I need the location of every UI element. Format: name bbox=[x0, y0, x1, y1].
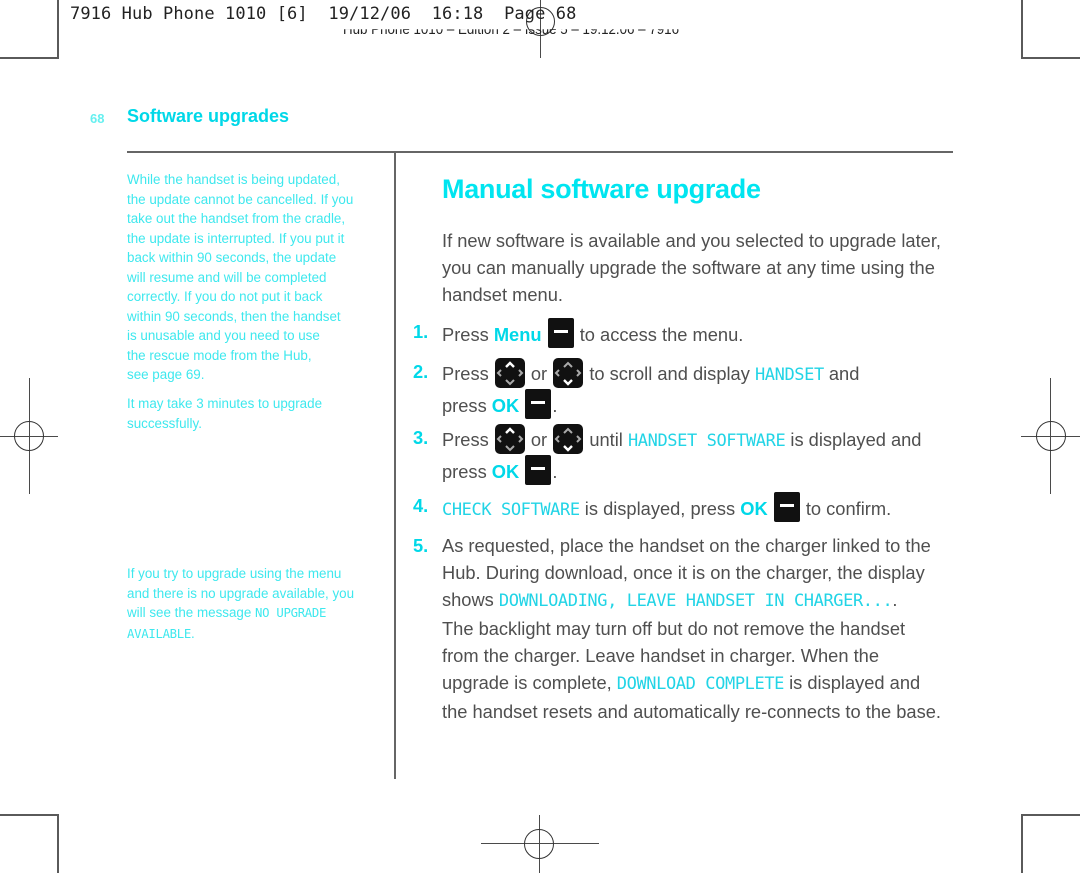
step-number: 5. bbox=[413, 535, 429, 556]
step-line: Hub. During download, once it is on the … bbox=[442, 562, 925, 583]
step-text: or bbox=[525, 363, 553, 384]
note-line: the update is interrupted. If you put it bbox=[127, 230, 345, 246]
edition-text: Hub Phone 1010 – Edition 2 – Issue 5 – 1… bbox=[343, 22, 680, 38]
note-line: While the handset is being updated, bbox=[127, 172, 340, 187]
note-line: within 90 seconds, then the handset bbox=[127, 308, 341, 324]
step-number: 2. bbox=[413, 361, 429, 382]
step-text: Press bbox=[442, 324, 494, 345]
step-text: is displayed, press bbox=[579, 498, 741, 519]
intro-line: you can manually upgrade the software at… bbox=[442, 257, 935, 278]
crop-mark bbox=[1021, 814, 1023, 873]
nav-down-icon bbox=[553, 424, 584, 454]
crop-mark bbox=[1021, 57, 1080, 59]
key-label-ok: OK bbox=[491, 395, 520, 416]
punctuation: . bbox=[552, 461, 558, 482]
note-line: back within 90 seconds, the update bbox=[127, 250, 337, 265]
step-number: 1. bbox=[413, 321, 429, 342]
step-text: shows bbox=[442, 589, 499, 610]
step-number: 3. bbox=[413, 427, 429, 448]
crop-mark bbox=[1021, 0, 1023, 58]
lcd-text: DOWNLOAD COMPLETE bbox=[616, 674, 785, 694]
sidebar-note-update: While the handset is being updated, the … bbox=[127, 170, 387, 385]
note-line: see page 69. bbox=[127, 367, 205, 382]
lcd-text: AVAILABLE bbox=[127, 626, 192, 641]
step-text: to scroll and display bbox=[584, 363, 755, 384]
intro-paragraph: If new software is available and you sel… bbox=[442, 227, 962, 308]
key-label-menu: Menu bbox=[493, 324, 542, 345]
note-line: and there is no upgrade available, you bbox=[127, 585, 355, 601]
note-line: correctly. If you do not put it back bbox=[127, 289, 323, 304]
header-rule bbox=[127, 151, 953, 153]
column-divider bbox=[394, 152, 396, 779]
step-line: As requested, place the handset on the c… bbox=[442, 535, 931, 556]
key-label-ok: OK bbox=[740, 498, 768, 519]
crop-mark bbox=[57, 814, 59, 873]
step-text: press bbox=[442, 395, 492, 416]
softkey-icon bbox=[773, 492, 800, 522]
crop-mark bbox=[57, 0, 59, 58]
lcd-text: CHECK SOFTWARE bbox=[442, 500, 580, 520]
step-number: 4. bbox=[413, 495, 429, 516]
step-text: to confirm. bbox=[800, 498, 892, 519]
sidebar-note-duration: It may take 3 minutes to upgrade success… bbox=[127, 394, 387, 433]
step-text: is displayed and bbox=[784, 672, 921, 693]
step-text: to access the menu. bbox=[574, 324, 744, 345]
note-line: will resume and will be completed bbox=[127, 269, 327, 285]
step-text: Press bbox=[442, 429, 494, 450]
note-line: If you try to upgrade using the menu bbox=[127, 566, 342, 581]
softkey-icon bbox=[525, 455, 552, 485]
crop-mark bbox=[0, 57, 59, 59]
note-line: successfully. bbox=[127, 415, 202, 431]
softkey-icon bbox=[525, 389, 552, 419]
step-text: and bbox=[823, 363, 860, 384]
punctuation: . bbox=[552, 395, 558, 416]
note-line: the update cannot be cancelled. If you bbox=[127, 191, 354, 207]
note-line: is unusable and you need to use bbox=[127, 328, 320, 343]
crop-mark bbox=[1021, 814, 1080, 816]
step-text: upgrade is complete, bbox=[442, 672, 617, 693]
step-text: press bbox=[442, 461, 492, 482]
note-line: the rescue mode from the Hub, bbox=[127, 347, 312, 363]
note-line: take out the handset from the cradle, bbox=[127, 211, 346, 226]
step-text: Press bbox=[442, 363, 494, 384]
page-number: 68 bbox=[90, 111, 105, 126]
step-line: the handset resets and automatically re-… bbox=[442, 701, 941, 722]
punctuation: . bbox=[892, 589, 898, 610]
lcd-text: HANDSET bbox=[754, 365, 824, 385]
nav-up-icon bbox=[494, 358, 525, 388]
step-line: from the charger. Leave handset in charg… bbox=[442, 645, 879, 666]
main-title: Manual software upgrade bbox=[442, 174, 761, 204]
note-line: It may take 3 minutes to upgrade bbox=[127, 396, 323, 411]
lcd-text: NO UPGRADE bbox=[255, 606, 327, 620]
nav-down-icon bbox=[553, 358, 584, 388]
softkey-icon bbox=[547, 318, 574, 348]
printer-slug: 7916 Hub Phone 1010 [6] 19/12/06 16:18 P… bbox=[70, 4, 577, 24]
section-title: Software upgrades bbox=[127, 106, 290, 126]
step-text: or bbox=[525, 429, 553, 450]
key-label-ok: OK bbox=[491, 461, 520, 482]
intro-line: If new software is available and you sel… bbox=[442, 230, 941, 251]
step-text: until bbox=[584, 429, 628, 450]
lcd-text: HANDSET SOFTWARE bbox=[627, 431, 786, 451]
sidebar-note-no-upgrade: If you try to upgrade using the menu and… bbox=[127, 564, 387, 644]
intro-line: handset menu. bbox=[442, 284, 563, 305]
nav-up-icon bbox=[494, 424, 525, 454]
lcd-text: DOWNLOADING, LEAVE HANDSET IN CHARGER... bbox=[498, 591, 893, 611]
step-line: The backlight may turn off but do not re… bbox=[442, 618, 906, 639]
printer-slug-edition: Hub Phone 1010 – Edition 2 – Issue 5 – 1… bbox=[343, 22, 679, 38]
punctuation: . bbox=[191, 625, 195, 641]
crop-mark bbox=[0, 814, 59, 816]
step-text: is displayed and bbox=[785, 429, 922, 450]
note-line: will see the message bbox=[127, 605, 256, 620]
